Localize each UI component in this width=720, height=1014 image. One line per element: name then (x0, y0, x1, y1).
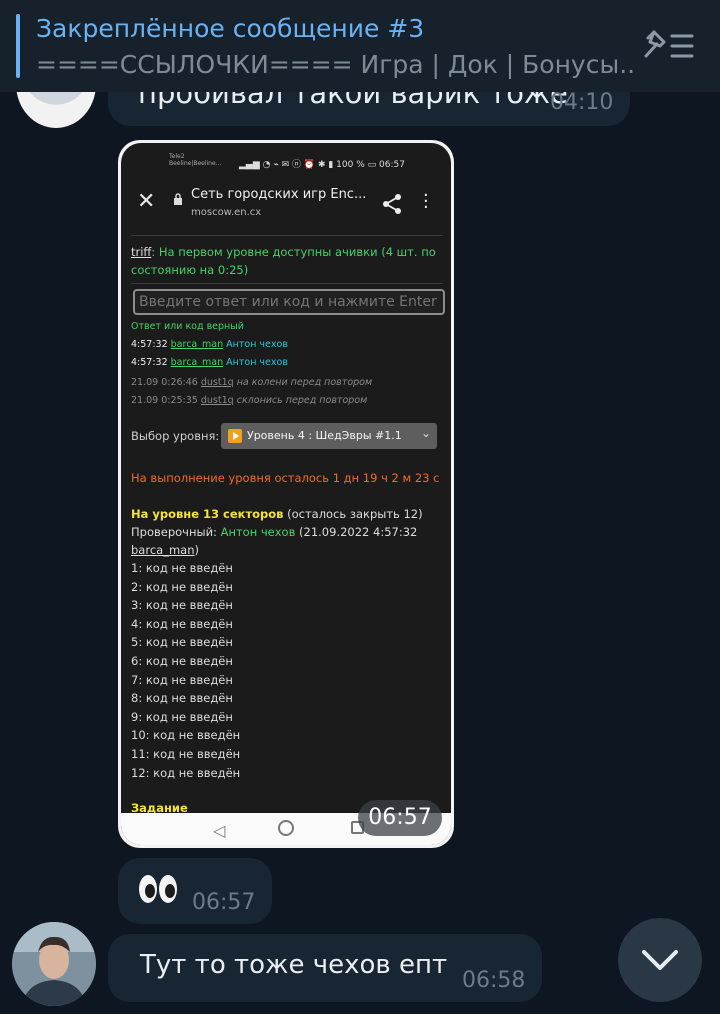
chevron-down-icon (642, 950, 678, 970)
phone-screenshot: Tele2 Beeline|Beeline... ▂▄▆ ◔ ⌁ ✉ ⓝ ⏰ ✱… (121, 143, 451, 845)
more-icon: · · · (423, 185, 429, 218)
close-icon: ✕ (137, 189, 156, 214)
level-label: Выбор уровня: (131, 429, 220, 443)
answer-status: Ответ или код верный (131, 321, 244, 332)
back-icon: ◁ (213, 821, 226, 840)
check-line: Проверочный: Антон чехов (21.09.2022 4:5… (131, 525, 418, 539)
chevron-down-icon: ⌄ (421, 426, 432, 440)
lock-icon (174, 193, 182, 205)
unpin-list-icon[interactable] (640, 24, 696, 68)
sector-row: 4: код не введён (131, 616, 233, 631)
status-icons: ▂▄▆ ◔ ⌁ ✉ ⓝ ⏰ ✱ ▮ 100 % ▭ 06:57 (239, 160, 405, 170)
message-time: 06:57 (192, 890, 256, 915)
browser-url: moscow.en.cx (191, 207, 262, 218)
share-icon (383, 194, 401, 214)
sector-row: 10: код не введён (131, 728, 241, 743)
log-entry: 4:57:32 barca_man Антон чехов (131, 339, 288, 350)
sector-row: 12: код не введён (131, 765, 241, 780)
scroll-down-button[interactable] (618, 918, 702, 1002)
sector-row: 2: код не введён (131, 579, 233, 594)
check-line-cont: barca_man) (131, 543, 199, 557)
message-time: 04:10 (550, 90, 614, 115)
sector-row: 1: код не введён (131, 561, 233, 575)
play-icon (228, 429, 242, 443)
sector-row: 9: код не введён (131, 709, 233, 724)
divider (131, 283, 443, 284)
answer-input (133, 289, 445, 315)
message-time: 06:58 (462, 968, 526, 993)
pinned-title: Закреплённое сообщение #3 (36, 14, 425, 43)
sector-row: 3: код не введён (131, 598, 233, 613)
photo-time: 06:57 (358, 800, 442, 836)
log-entry: 21.09 0:26:46 dust1q на колени перед пов… (131, 377, 373, 388)
pinned-accent-line (16, 14, 20, 78)
eyes-emoji (139, 875, 177, 903)
browser-title: Сеть городских игр Enc... (191, 187, 367, 202)
photo-message[interactable]: Tele2 Beeline|Beeline... ▂▄▆ ◔ ⌁ ✉ ⓝ ⏰ ✱… (118, 140, 454, 848)
divider (131, 235, 443, 236)
level-value: Уровень 4 : ШедЭвры #1.1 (247, 429, 402, 442)
level-select: Уровень 4 : ШедЭвры #1.1 ⌄ (221, 423, 437, 449)
pinned-text: ====ССЫЛОЧКИ==== Игра | Док | Бонусы... (36, 50, 636, 79)
avatar-photo (12, 922, 96, 1006)
sector-row: 8: код не введён (131, 691, 233, 706)
chat-line: triff: На первом уровне доступны ачивки … (131, 245, 436, 259)
log-entry: 21.09 0:25:35 dust1q склонись перед повт… (131, 395, 368, 406)
message-bubble[interactable]: 06:57 (118, 858, 272, 924)
phone-status-bar: Tele2 Beeline|Beeline... ▂▄▆ ◔ ⌁ ✉ ⓝ ⏰ ✱… (121, 143, 451, 179)
message-text: Тут то тоже чехов епт (140, 950, 448, 980)
avatar[interactable] (12, 922, 96, 1006)
sector-row: 7: код не введён (131, 672, 233, 687)
carrier-labels: Tele2 Beeline|Beeline... (169, 153, 222, 167)
sectors-header: На уровне 13 секторов (осталось закрыть … (131, 507, 423, 521)
log-entry: 4:57:32 barca_man Антон чехов (131, 357, 288, 368)
pinned-message-bar[interactable]: Закреплённое сообщение #3 ====ССЫЛОЧКИ==… (0, 0, 720, 92)
message-bubble[interactable]: Тут то тоже чехов епт 06:58 (108, 934, 542, 1002)
sector-row: 5: код не введён (131, 635, 233, 650)
sector-row: 6: код не введён (131, 654, 233, 668)
home-icon (278, 820, 294, 836)
chat-line-cont: состоянию на 0:25) (131, 263, 249, 277)
sector-row: 11: код не введён (131, 747, 241, 761)
time-left: На выполнение уровня осталось 1 дн 19 ч … (131, 471, 440, 485)
browser-toolbar: ✕ Сеть городских игр Enc... moscow.en.cx… (121, 179, 451, 231)
